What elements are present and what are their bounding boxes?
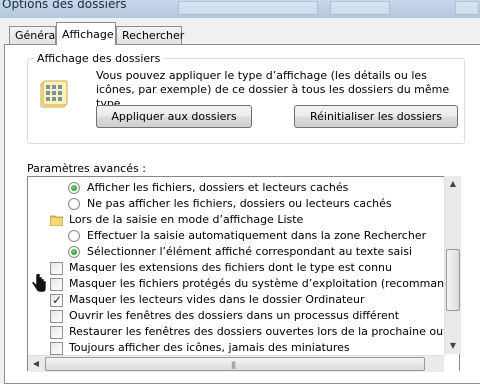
horizontal-scrollbar[interactable]: ◀ |||: [28, 355, 444, 372]
scroll-left-icon[interactable]: ◀: [28, 356, 44, 372]
list-item-label: Restaurer les fenêtres des dossiers ouve…: [69, 325, 459, 338]
window-title: Options des dossiers: [2, 0, 127, 11]
list-item-label: Lors de la saisie en mode d’affichage Li…: [69, 213, 304, 226]
radio-auto-search[interactable]: [68, 230, 80, 242]
scrollbar-thumb[interactable]: |||: [45, 357, 425, 371]
title-bar: Options des dossiers: [0, 0, 480, 18]
list-item-label: Ne pas afficher les fichiers, dossiers o…: [87, 197, 392, 210]
list-item-label: Masquer les lecteurs vides dans le dossi…: [69, 293, 365, 306]
advanced-settings-heading: Paramètres avancés :: [27, 162, 146, 175]
tab-general[interactable]: Général: [9, 26, 59, 44]
vertical-scrollbar[interactable]: ▲ ▼: [444, 176, 461, 354]
list-item-label: Masquer les fichiers protégés du système…: [69, 277, 460, 290]
tab-strip: Général Affichage Rechercher: [0, 20, 480, 45]
scroll-down-icon[interactable]: ▼: [445, 338, 461, 354]
hand-cursor-icon: [31, 274, 47, 293]
advanced-settings-list[interactable]: Afficher les fichiers, dossiers et lecte…: [27, 176, 460, 371]
background-window-strip: [330, 1, 390, 15]
list-item-label: Toujours afficher des icônes, jamais des…: [69, 341, 350, 354]
tab-label: Rechercher: [122, 29, 185, 42]
reset-folders-button[interactable]: Réinitialiser les dossiers: [294, 105, 458, 128]
tab-label: Affichage: [62, 28, 114, 41]
tab-label: Général: [15, 29, 59, 42]
folder-icon: [50, 215, 63, 226]
radio-select-typed[interactable]: [68, 246, 80, 258]
scroll-up-icon[interactable]: ▲: [445, 176, 461, 192]
list-item-label: Ouvrir les fenêtres des dossiers dans un…: [69, 309, 400, 322]
checkbox-separate-process[interactable]: [50, 310, 63, 323]
list-item-label: Effectuer la saisie automatiquement dans…: [87, 229, 427, 242]
tab-affichage[interactable]: Affichage: [56, 22, 116, 45]
background-window-strip: [455, 1, 479, 15]
list-item-label: Sélectionner l’élément affiché correspon…: [87, 245, 413, 258]
list-item-label: Masquer les extensions des fichiers dont…: [69, 261, 392, 274]
checkbox-hide-extensions[interactable]: [50, 262, 63, 275]
checkbox-always-icons[interactable]: [50, 342, 63, 355]
background-window-strip: [178, 1, 318, 15]
folder-view-icon: [40, 80, 68, 108]
apply-to-folders-button[interactable]: Appliquer aux dossiers: [96, 105, 252, 128]
checkbox-hide-empty-drives[interactable]: [50, 292, 63, 308]
scrollbar-thumb[interactable]: [446, 249, 460, 311]
tab-rechercher[interactable]: Rechercher: [116, 26, 185, 44]
checkbox-restore-windows[interactable]: [50, 326, 63, 339]
radio-show-hidden[interactable]: [68, 182, 80, 194]
radio-hide-hidden[interactable]: [68, 198, 80, 210]
folder-views-heading: Affichage des dossiers: [34, 52, 164, 65]
list-item-label: Afficher les fichiers, dossiers et lecte…: [87, 181, 349, 194]
checkbox-hide-protected[interactable]: [50, 278, 63, 291]
grip-icon: |||: [231, 361, 236, 369]
